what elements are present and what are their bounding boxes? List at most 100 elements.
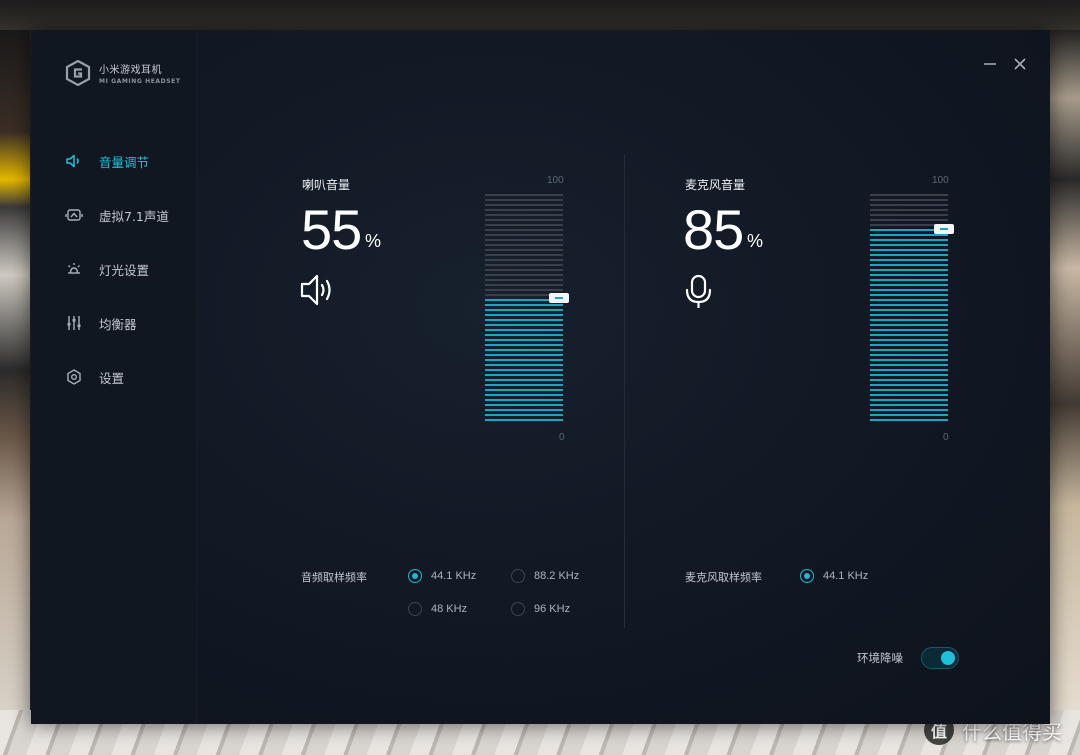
speaker-rate-option[interactable]: 44.1 KHz <box>408 569 476 583</box>
equalizer-icon <box>65 314 83 332</box>
meter-segment <box>870 399 948 401</box>
meter-segment <box>485 394 563 396</box>
meter-segment <box>870 284 948 286</box>
mic-meter-max: 100 <box>932 175 949 186</box>
meter-segment <box>485 229 563 231</box>
mic-volume-title: 麦克风音量 <box>685 178 746 192</box>
background-left <box>0 30 30 710</box>
radio-label: 96 KHz <box>534 603 571 615</box>
sidebar-item-equalizer[interactable]: 均衡器 <box>65 296 169 350</box>
meter-segment <box>485 419 563 421</box>
meter-handle[interactable] <box>934 223 954 234</box>
meter-segment <box>485 309 563 311</box>
meter-segment <box>870 219 948 221</box>
meter-segment <box>485 219 563 221</box>
meter-segment <box>870 299 948 301</box>
meter-segment <box>870 404 948 406</box>
meter-segment <box>485 204 563 206</box>
mic-volume-unit: % <box>747 231 764 251</box>
radio-dot <box>511 569 525 583</box>
meter-segment <box>870 329 948 331</box>
meter-segment <box>870 394 948 396</box>
meter-segment <box>485 249 563 251</box>
meter-segment <box>485 234 563 236</box>
radio-label: 44.1 KHz <box>823 570 869 582</box>
minimize-button[interactable] <box>982 56 998 72</box>
noise-reduction: 环境降噪 <box>857 647 959 669</box>
meter-segment <box>485 254 563 256</box>
meter-segment <box>870 369 948 371</box>
meter-segment <box>870 244 948 246</box>
radio-label: 44.1 KHz <box>431 570 477 582</box>
meter-segment <box>485 279 563 281</box>
meter-segment <box>870 419 948 421</box>
sidebar-item-label: 虚拟7.1声道 <box>99 208 169 224</box>
meter-segment <box>870 194 948 196</box>
speaker-rate-option[interactable]: 96 KHz <box>511 602 570 616</box>
meter-segment <box>485 384 563 386</box>
panel-divider <box>624 154 625 628</box>
radio-dot <box>408 602 422 616</box>
sidebar-item-lighting[interactable]: 灯光设置 <box>65 242 169 296</box>
meter-segment <box>485 314 563 316</box>
close-button[interactable] <box>1012 56 1028 72</box>
sidebar-nav: 音量调节 虚拟7.1声道 灯光设置 均衡器 设置 <box>65 134 169 404</box>
meter-segment <box>870 239 948 241</box>
meter-segment <box>870 409 948 411</box>
meter-segment <box>870 349 948 351</box>
meter-segment <box>870 319 948 321</box>
sidebar-item-label: 均衡器 <box>99 316 137 332</box>
speaker-volume-title: 喇叭音量 <box>302 178 351 192</box>
sidebar-item-surround[interactable]: 虚拟7.1声道 <box>65 188 169 242</box>
meter-segment <box>870 199 948 201</box>
app-name: 小米游戏耳机 <box>99 65 162 76</box>
meter-segment <box>485 244 563 246</box>
meter-handle[interactable] <box>549 292 569 303</box>
noise-reduction-toggle[interactable] <box>921 647 959 669</box>
background-right <box>1050 30 1080 710</box>
meter-segment <box>870 354 948 356</box>
meter-segment <box>485 374 563 376</box>
radio-dot <box>408 569 422 583</box>
meter-segment <box>870 309 948 311</box>
meter-segment <box>485 399 563 401</box>
meter-segment <box>485 409 563 411</box>
meter-segment <box>870 294 948 296</box>
mic-volume-slider[interactable] <box>870 194 954 424</box>
meter-segment <box>870 214 948 216</box>
mic-volume-value: 85 <box>683 198 744 261</box>
speaker-volume-slider[interactable] <box>485 194 569 424</box>
gear-icon <box>65 368 83 386</box>
meter-segment <box>870 289 948 291</box>
meter-segment <box>870 279 948 281</box>
radio-dot <box>511 602 525 616</box>
meter-segment <box>870 249 948 251</box>
meter-segment <box>485 194 563 196</box>
meter-segment <box>485 319 563 321</box>
sidebar-item-label: 设置 <box>99 370 125 386</box>
meter-segment <box>870 384 948 386</box>
meter-segment <box>485 224 563 226</box>
meter-segment <box>485 269 563 271</box>
meter-segment <box>485 349 563 351</box>
sidebar-item-settings[interactable]: 设置 <box>65 350 169 404</box>
meter-segment <box>485 324 563 326</box>
meter-segment <box>870 344 948 346</box>
speaker-sample-rate-label: 音频取样频率 <box>301 571 367 584</box>
mic-sample-rate-label: 麦克风取样频率 <box>685 571 762 584</box>
speaker-volume-unit: % <box>365 231 382 251</box>
speaker-rate-option[interactable]: 48 KHz <box>408 602 467 616</box>
speaker-icon <box>65 152 83 170</box>
meter-segment <box>485 329 563 331</box>
meter-segment <box>485 344 563 346</box>
mic-rate-option[interactable]: 44.1 KHz <box>800 569 868 583</box>
light-icon <box>65 260 83 278</box>
meter-segment <box>870 304 948 306</box>
meter-segment <box>870 389 948 391</box>
minimize-icon <box>984 63 996 65</box>
speaker-rate-option[interactable]: 88.2 KHz <box>511 569 579 583</box>
meter-segment <box>485 414 563 416</box>
sidebar-item-volume[interactable]: 音量调节 <box>65 134 169 188</box>
meter-segment <box>870 234 948 236</box>
meter-segment <box>485 284 563 286</box>
